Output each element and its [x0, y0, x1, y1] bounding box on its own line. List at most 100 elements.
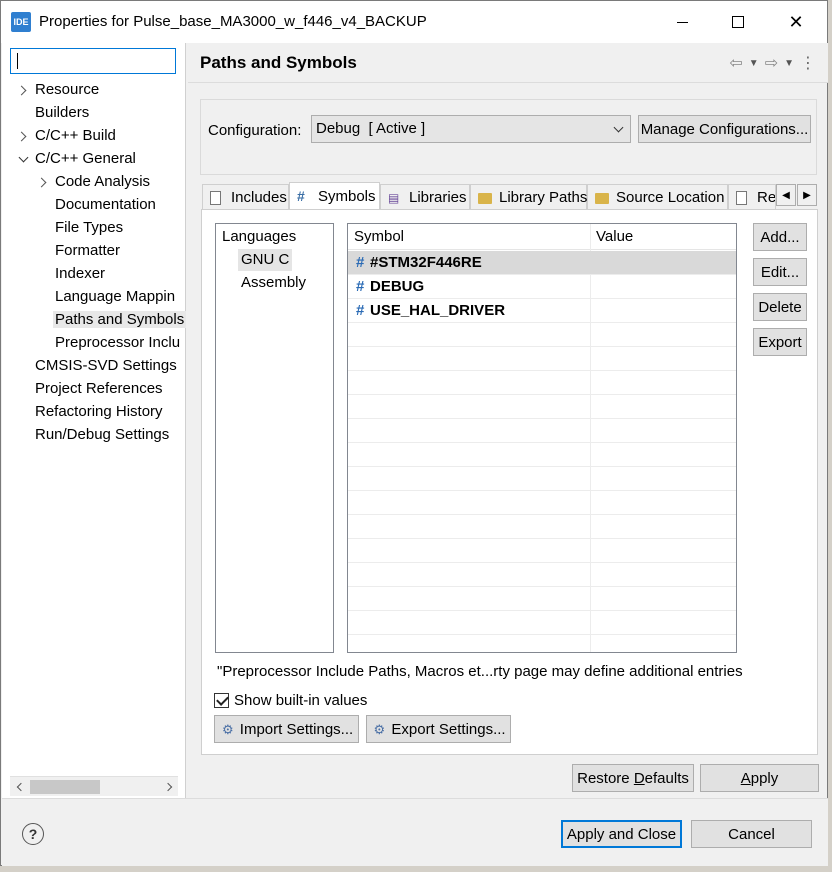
maximize-button[interactable]	[709, 1, 767, 43]
close-button[interactable]: ✕	[767, 1, 825, 43]
table-row[interactable]	[348, 443, 736, 467]
table-row[interactable]	[348, 539, 736, 563]
tree-item-label: Builders	[35, 104, 90, 121]
tree-item[interactable]: C/C++ Build	[16, 125, 116, 147]
minimize-button[interactable]	[653, 1, 711, 43]
symbols-table[interactable]: Symbol Value # #STM32F446RE # DEBUG # USE_HAL…	[347, 223, 737, 653]
restore-defaults-button[interactable]: Restore Defaults	[572, 764, 694, 792]
table-row[interactable]	[348, 323, 736, 347]
tab-references[interactable]: Re	[728, 184, 776, 210]
tree-item-label: Code Analysis	[55, 173, 151, 190]
table-row[interactable]	[348, 347, 736, 371]
tab-scroll-right-button[interactable]: ▶	[797, 184, 817, 206]
table-row[interactable]: # #STM32F446RE	[348, 251, 736, 275]
chevron-right-icon[interactable]	[36, 171, 50, 193]
tab-libraries[interactable]: ▤ Libraries	[380, 184, 470, 210]
table-row[interactable]	[348, 587, 736, 611]
chevron-down-icon	[613, 122, 624, 133]
title-bar: IDE Properties for Pulse_base_MA3000_w_f…	[1, 1, 827, 43]
apply-button[interactable]: Apply	[700, 764, 819, 792]
tree-horizontal-scrollbar[interactable]	[10, 776, 178, 796]
tree-item[interactable]: Resource	[16, 79, 99, 101]
tree-item[interactable]: Paths and Symbols	[53, 309, 186, 331]
delete-button[interactable]: Delete	[753, 293, 807, 321]
configuration-select[interactable]: Debug [ Active ]	[311, 115, 631, 143]
import-settings-label: Import Settings...	[239, 720, 354, 738]
scroll-left-icon[interactable]	[10, 777, 28, 797]
table-row[interactable]	[348, 515, 736, 539]
window-title: Properties for Pulse_base_MA3000_w_f446_…	[39, 13, 427, 30]
language-item-assembly[interactable]: Assembly	[241, 272, 306, 294]
restore-label-pre: Restore	[577, 769, 634, 787]
page-header: Paths and Symbols ⇦ ▼ ⇨ ▼ ⋮	[188, 43, 828, 83]
table-row[interactable]	[348, 395, 736, 419]
export-settings-button[interactable]: ⚙ Export Settings...	[366, 715, 511, 743]
tree-item-label: Documentation	[55, 196, 156, 213]
add-button[interactable]: Add...	[753, 223, 807, 251]
tab-library-paths[interactable]: Library Paths	[470, 184, 587, 210]
show-builtin-values-checkbox[interactable]: Show built-in values	[214, 690, 367, 710]
tab-symbols[interactable]: # Symbols	[289, 182, 380, 211]
table-row[interactable]	[348, 611, 736, 635]
languages-list[interactable]: Languages GNU C Assembly	[215, 223, 334, 653]
chevron-right-icon[interactable]	[16, 125, 30, 147]
table-row[interactable]	[348, 419, 736, 443]
checkbox-checked-icon[interactable]	[214, 692, 229, 708]
hash-icon: #	[356, 302, 365, 319]
tree-item[interactable]: Documentation	[55, 194, 156, 216]
import-settings-button[interactable]: ⚙ Import Settings...	[214, 715, 359, 743]
tree-item[interactable]: Preprocessor Inclu	[55, 332, 180, 354]
table-row[interactable]	[348, 491, 736, 515]
scroll-thumb[interactable]	[30, 780, 100, 794]
edit-button[interactable]: Edit...	[753, 258, 807, 286]
tree-item[interactable]: Language Mappin	[55, 286, 175, 308]
back-dropdown-icon[interactable]: ▼	[749, 58, 759, 69]
manage-configurations-button[interactable]: Manage Configurations...	[638, 115, 811, 143]
close-icon: ✕	[788, 11, 804, 32]
tree-item[interactable]: Indexer	[55, 263, 105, 285]
maximize-icon	[732, 16, 744, 28]
tree-item[interactable]: File Types	[55, 217, 123, 239]
cancel-button[interactable]: Cancel	[691, 820, 812, 848]
tree-item-label: Preprocessor Inclu	[55, 334, 181, 351]
tree-item-label: Formatter	[55, 242, 121, 259]
export-icon: ⚙	[373, 722, 386, 737]
apply-and-close-button[interactable]: Apply and Close	[561, 820, 682, 848]
language-item-gnu-c[interactable]: GNU C	[238, 249, 293, 271]
table-row[interactable]	[348, 563, 736, 587]
languages-header: Languages	[222, 228, 297, 245]
tree-item[interactable]: Run/Debug Settings	[35, 424, 169, 446]
table-row[interactable]	[348, 467, 736, 491]
tree-item[interactable]: CMSIS-SVD Settings	[35, 355, 177, 377]
tree-item-label: Project References	[35, 380, 163, 397]
help-icon[interactable]: ?	[22, 823, 44, 845]
forward-arrow-icon[interactable]: ⇨	[765, 53, 778, 73]
tab-includes[interactable]: Includes	[202, 184, 289, 210]
back-arrow-icon[interactable]: ⇦	[729, 53, 742, 73]
minimize-icon	[676, 21, 688, 23]
chevron-down-icon[interactable]	[16, 148, 30, 170]
tree-item[interactable]: Builders	[35, 102, 89, 124]
tab-source-location[interactable]: Source Location	[587, 184, 728, 210]
tree-item-label: C/C++ Build	[35, 127, 116, 144]
view-menu-icon[interactable]: ⋮	[800, 53, 816, 73]
table-row[interactable]	[348, 371, 736, 395]
table-row[interactable]: # USE_HAL_DRIVER	[348, 299, 736, 323]
filter-input[interactable]	[10, 48, 176, 74]
chevron-right-icon[interactable]	[16, 79, 30, 101]
scroll-right-icon[interactable]	[160, 777, 178, 797]
column-header-symbol[interactable]: Symbol	[348, 224, 590, 250]
export-button[interactable]: Export	[753, 328, 807, 356]
tree-item[interactable]: Formatter	[55, 240, 120, 262]
tab-scroll-left-button[interactable]: ◀	[776, 184, 796, 206]
column-header-value[interactable]: Value	[590, 224, 736, 250]
tree-item[interactable]: Project References	[35, 378, 163, 400]
tab-label: Source Location	[616, 189, 725, 206]
tree-item-label: Refactoring History	[35, 403, 163, 420]
tab-label: Library Paths	[499, 189, 588, 206]
forward-dropdown-icon[interactable]: ▼	[784, 58, 794, 69]
tree-item[interactable]: Code Analysis	[36, 171, 151, 193]
tree-item[interactable]: C/C++ General	[18, 148, 136, 170]
table-row[interactable]: # DEBUG	[348, 275, 736, 299]
tree-item[interactable]: Refactoring History	[35, 401, 163, 423]
